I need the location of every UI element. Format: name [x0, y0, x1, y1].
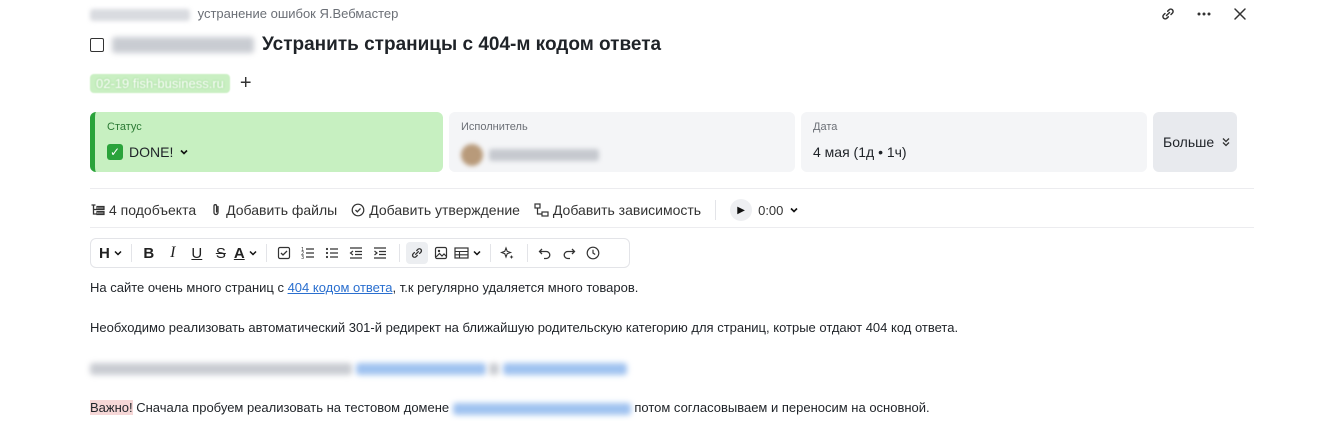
paragraph-1: На сайте очень много страниц с 404 кодом… [90, 280, 638, 295]
more-fields-button[interactable]: Больше [1153, 112, 1237, 172]
table-icon [454, 247, 469, 259]
toolbar-separator [526, 244, 528, 262]
undo-icon[interactable] [534, 242, 556, 264]
actions-separator [715, 200, 717, 220]
subobjects-button[interactable]: 4 подобъекта [90, 202, 196, 218]
paragraph-2: Необходимо реализовать автоматический 30… [90, 320, 959, 335]
add-dependency-label: Добавить зависимость [552, 202, 702, 218]
history-clock-icon[interactable] [582, 242, 604, 264]
add-approval-label: Добавить утверждение [369, 202, 520, 218]
divider [90, 188, 1254, 189]
heading-label: H [99, 244, 110, 262]
blurred-text [90, 362, 352, 375]
divider [90, 227, 1254, 228]
ai-sparkle-icon[interactable] [497, 242, 519, 264]
tag-row: 02-19 fish-business.ru + [90, 73, 252, 93]
numbered-list-icon[interactable]: 123 [297, 242, 319, 264]
task-properties: Статус ✓ DONE! Исполнитель Дата 4 мая (1… [90, 112, 1237, 172]
toolbar-separator [398, 244, 400, 262]
top-actions [1158, 4, 1250, 24]
chevron-down-icon[interactable] [789, 205, 799, 215]
chevron-down-icon [249, 250, 257, 256]
underline-button[interactable]: U [186, 242, 208, 264]
bullet-list-icon[interactable] [321, 242, 343, 264]
italic-button[interactable]: I [162, 242, 184, 264]
link-icon[interactable] [1158, 4, 1178, 24]
status-value[interactable]: ✓ DONE! [107, 144, 189, 160]
paragraph-3-blurred [90, 360, 627, 375]
important-highlight: Важно! [90, 400, 133, 415]
p4-text-after: потом согласовываем и переносим на основ… [630, 400, 930, 415]
indent-icon[interactable] [369, 242, 391, 264]
paperclip-icon [213, 204, 219, 216]
blurred-link[interactable] [355, 362, 486, 375]
title-blurred-prefix [112, 37, 254, 53]
breadcrumb-label: устранение ошибок Я.Вебмастер [197, 6, 399, 21]
task-actions: 4 подобъекта Добавить файлы Добавить утв… [90, 199, 799, 221]
assignee-label: Исполнитель [461, 121, 528, 133]
dependency-icon [534, 203, 549, 217]
p1-text-after: , т.к регулярно удаляется много товаров. [392, 280, 639, 295]
table-dropdown[interactable] [454, 242, 482, 264]
heading-dropdown[interactable]: H [99, 242, 123, 264]
assignee-field[interactable]: Исполнитель [449, 112, 795, 172]
image-icon[interactable] [430, 242, 452, 264]
check-circle-icon [351, 203, 365, 217]
timer-value: 0:00 [758, 202, 784, 218]
p1-link[interactable]: 404 кодом ответа [288, 280, 393, 295]
add-approval-button[interactable]: Добавить утверждение [351, 202, 520, 218]
editor-toolbar: H B I U S A 123 [90, 238, 630, 268]
blurred-text [489, 362, 500, 375]
date-field[interactable]: Дата 4 мая (1д • 1ч) [801, 112, 1147, 172]
avatar [461, 144, 483, 166]
subobjects-label: 4 подобъекта [109, 202, 197, 218]
text-color-dropdown[interactable]: A [234, 242, 258, 264]
more-label: Больше [1163, 134, 1215, 150]
toolbar-separator [265, 244, 267, 262]
double-chevron-down-icon [1222, 138, 1230, 147]
more-fields-content: Больше [1163, 134, 1232, 150]
add-dependency-button[interactable]: Добавить зависимость [534, 202, 701, 218]
task-tag[interactable]: 02-19 fish-business.ru [90, 73, 230, 93]
subtasks-icon [91, 204, 105, 216]
time-tracker[interactable]: ▶ 0:00 [730, 199, 799, 221]
redo-icon[interactable] [558, 242, 580, 264]
close-icon[interactable] [1230, 4, 1250, 24]
status-field[interactable]: Статус ✓ DONE! [90, 112, 443, 172]
assignee-value[interactable] [461, 144, 599, 166]
task-title-row: Устранить страницы с 404-м кодом ответа [90, 34, 661, 56]
status-text: DONE! [129, 144, 174, 160]
svg-text:3: 3 [301, 255, 304, 260]
add-files-label: Добавить файлы [226, 202, 338, 218]
chevron-down-icon [114, 250, 122, 256]
toolbar-separator [489, 244, 491, 262]
outdent-icon[interactable] [345, 242, 367, 264]
add-tag-icon[interactable]: + [240, 73, 252, 93]
play-icon[interactable]: ▶ [730, 199, 753, 221]
bold-button[interactable]: B [138, 242, 160, 264]
date-value[interactable]: 4 мая (1д • 1ч) [813, 144, 907, 160]
blurred-test-domain-link[interactable] [452, 402, 631, 415]
blurred-link[interactable] [502, 362, 627, 375]
strikethrough-button[interactable]: S [210, 242, 232, 264]
text-color-label: A [233, 244, 245, 262]
checklist-icon[interactable] [273, 242, 295, 264]
status-label: Статус [107, 121, 142, 133]
chevron-down-icon [180, 149, 188, 155]
p4-text-before: Сначала пробуем реализовать на тестовом … [132, 400, 453, 415]
assignee-name-blurred [489, 149, 599, 161]
paragraph-4: Важно! Сначала пробуем реализовать на те… [90, 400, 930, 415]
add-files-button[interactable]: Добавить файлы [210, 202, 337, 218]
breadcrumb-blurred-project [90, 8, 190, 21]
p1-text-before: На сайте очень много страниц с [90, 280, 288, 295]
link-button-icon[interactable] [405, 242, 428, 264]
chevron-down-icon [473, 250, 481, 256]
document-icon [90, 38, 104, 52]
date-label: Дата [813, 121, 838, 133]
breadcrumb[interactable]: устранение ошибок Я.Вебмастер [90, 6, 398, 21]
page-title[interactable]: Устранить страницы с 404-м кодом ответа [262, 34, 661, 56]
check-icon: ✓ [107, 144, 123, 160]
more-options-icon[interactable] [1194, 4, 1214, 24]
toolbar-separator [130, 244, 132, 262]
